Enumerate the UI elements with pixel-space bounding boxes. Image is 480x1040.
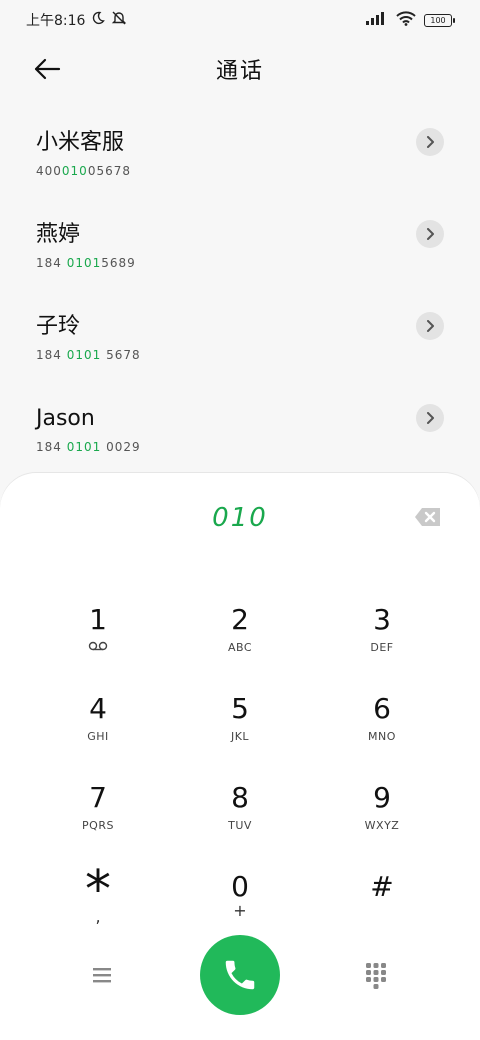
chevron-right-icon — [427, 320, 434, 332]
dialer-bottom-bar — [0, 935, 480, 1015]
header: 通话 — [0, 44, 480, 94]
key-9[interactable]: 9 WXYZ — [311, 773, 453, 862]
menu-button[interactable] — [88, 961, 116, 989]
keypad: 1 2 ABC 3 DEF 4 GHI 5 JKL 6 MNO 7 PQRS 8… — [27, 595, 453, 951]
contact-name: 燕婷 — [36, 222, 81, 247]
signal-icon — [366, 11, 388, 29]
key-8[interactable]: 8 TUV — [169, 773, 311, 862]
wifi-icon — [396, 10, 416, 30]
contact-name: Jason — [36, 406, 95, 431]
page-title: 通话 — [215, 59, 264, 84]
contact-detail-button[interactable] — [416, 128, 444, 156]
contact-number: 184 0101 0029 — [36, 440, 141, 454]
back-arrow-icon — [34, 58, 61, 80]
contact-item[interactable]: 小米客服 40001005678 — [0, 110, 480, 202]
backspace-icon — [415, 508, 440, 526]
key-1[interactable]: 1 — [27, 595, 169, 684]
back-button[interactable] — [30, 54, 64, 84]
contact-name: 子玲 — [36, 314, 81, 339]
contact-number: 40001005678 — [36, 164, 131, 178]
key-2[interactable]: 2 ABC — [169, 595, 311, 684]
contact-item[interactable]: 子玲 184 0101 5678 — [0, 294, 480, 386]
call-button[interactable] — [200, 935, 280, 1015]
contact-detail-button[interactable] — [416, 404, 444, 432]
chevron-right-icon — [427, 228, 434, 240]
contact-item[interactable]: Jason 184 0101 0029 — [0, 386, 480, 478]
menu-icon — [93, 968, 111, 983]
contact-list: 小米客服 40001005678 燕婷 184 01015689 子玲 184 … — [0, 110, 480, 478]
status-time: 上午8:16 — [26, 13, 86, 29]
key-4[interactable]: 4 GHI — [27, 684, 169, 773]
battery-icon: 100 — [424, 13, 455, 27]
chevron-right-icon — [427, 412, 434, 424]
dial-input[interactable]: 010 — [0, 503, 480, 533]
dialpad-icon — [366, 963, 386, 989]
keypad-toggle-button[interactable] — [364, 961, 388, 989]
dialer-panel: 010 1 2 ABC 3 DEF 4 GHI 5 JKL 6 MNO 7 PQ… — [0, 473, 480, 1040]
contact-number: 184 01015689 — [36, 256, 136, 270]
mute-bell-icon — [111, 10, 127, 30]
contact-item[interactable]: 燕婷 184 01015689 — [0, 202, 480, 294]
status-bar: 上午8:16 100 — [0, 0, 480, 40]
key-7[interactable]: 7 PQRS — [27, 773, 169, 862]
contact-detail-button[interactable] — [416, 220, 444, 248]
voicemail-icon — [88, 641, 108, 655]
key-6[interactable]: 6 MNO — [311, 684, 453, 773]
key-5[interactable]: 5 JKL — [169, 684, 311, 773]
key-3[interactable]: 3 DEF — [311, 595, 453, 684]
moon-icon — [91, 11, 106, 29]
chevron-right-icon — [427, 136, 434, 148]
phone-icon — [225, 960, 255, 990]
backspace-button[interactable] — [414, 506, 442, 528]
contact-detail-button[interactable] — [416, 312, 444, 340]
contact-name: 小米客服 — [36, 130, 125, 155]
contact-number: 184 0101 5678 — [36, 348, 141, 362]
